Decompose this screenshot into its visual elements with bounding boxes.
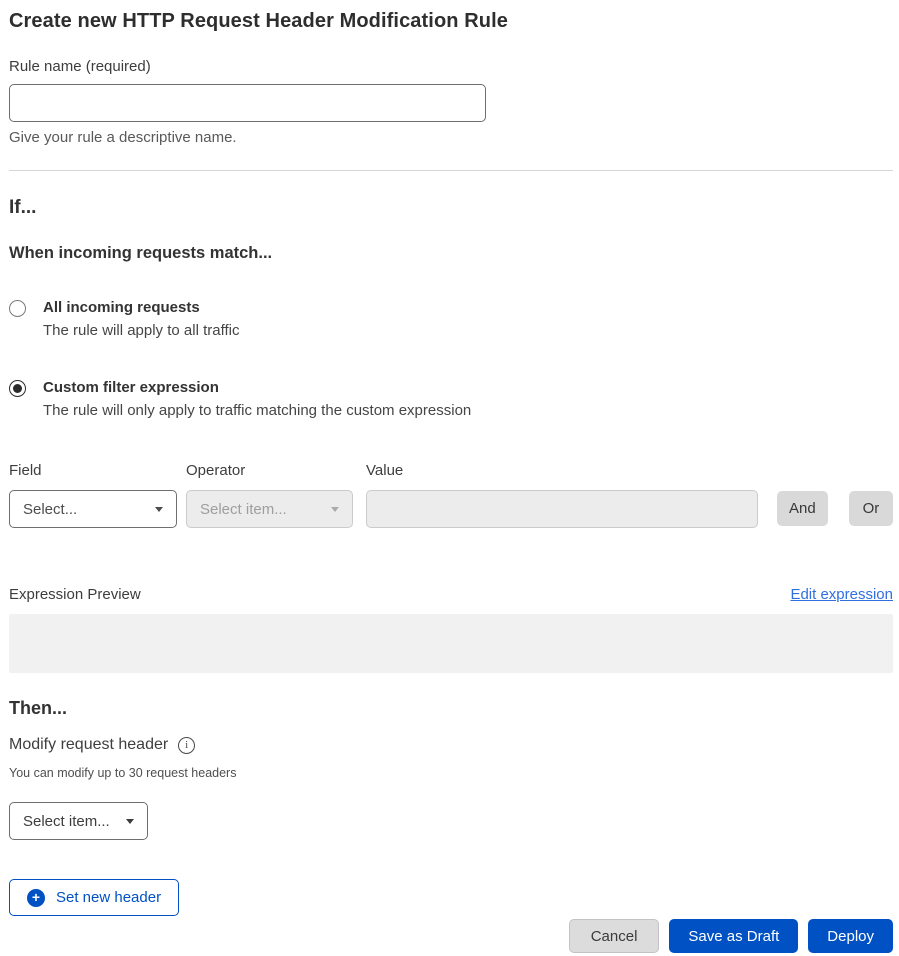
set-new-header-button[interactable]: + Set new header — [9, 879, 179, 916]
cancel-button[interactable]: Cancel — [569, 919, 660, 953]
chevron-down-icon — [126, 819, 134, 824]
expression-preview-header: Expression Preview Edit expression — [9, 586, 893, 603]
set-new-header-label: Set new header — [56, 889, 161, 906]
radio-description-custom-filter-expression: The rule will only apply to traffic matc… — [43, 402, 471, 419]
radio-label-all-incoming-requests: All incoming requests — [43, 299, 239, 316]
radio-description-all-incoming-requests: The rule will apply to all traffic — [43, 322, 239, 339]
radio-icon-all-incoming-requests[interactable] — [9, 300, 26, 317]
info-icon[interactable]: i — [178, 737, 195, 754]
save-as-draft-button[interactable]: Save as Draft — [669, 919, 798, 953]
header-action-select-value: Select item... — [23, 813, 110, 830]
operator-select-value: Select item... — [200, 501, 287, 518]
radio-option-all-incoming-requests[interactable]: All incoming requests The rule will appl… — [9, 299, 893, 339]
deploy-button[interactable]: Deploy — [808, 919, 893, 953]
filter-builder-row: Field Select... Operator Select item... … — [9, 462, 893, 528]
operator-select[interactable]: Select item... — [186, 490, 353, 528]
field-select-value: Select... — [23, 501, 77, 518]
create-rule-page: Create new HTTP Request Header Modificat… — [0, 0, 899, 953]
chevron-down-icon — [155, 507, 163, 512]
rule-name-input[interactable] — [9, 84, 486, 122]
operator-label: Operator — [186, 462, 353, 479]
edit-expression-link[interactable]: Edit expression — [790, 586, 893, 603]
page-title: Create new HTTP Request Header Modificat… — [9, 10, 893, 33]
if-heading: If... — [9, 197, 893, 219]
rule-name-group: Rule name (required) Give your rule a de… — [9, 58, 893, 146]
rule-name-helper: Give your rule a descriptive name. — [9, 129, 893, 146]
then-heading: Then... — [9, 698, 893, 719]
expression-preview-label: Expression Preview — [9, 586, 141, 603]
plus-icon: + — [27, 889, 45, 907]
or-button[interactable]: Or — [849, 491, 893, 526]
header-action-select[interactable]: Select item... — [9, 802, 148, 840]
match-subheading: When incoming requests match... — [9, 244, 893, 263]
expression-preview-box — [9, 614, 893, 673]
radio-icon-custom-filter-expression[interactable] — [9, 380, 26, 397]
value-input[interactable] — [366, 490, 758, 528]
modify-request-header-label: Modify request header — [9, 736, 168, 754]
radio-option-custom-filter-expression[interactable]: Custom filter expression The rule will o… — [9, 379, 893, 419]
value-label: Value — [366, 462, 758, 479]
rule-name-label: Rule name (required) — [9, 58, 893, 75]
field-select[interactable]: Select... — [9, 490, 177, 528]
and-button[interactable]: And — [777, 491, 828, 526]
section-divider — [9, 170, 893, 171]
footer-actions: Cancel Save as Draft Deploy — [9, 919, 893, 953]
radio-label-custom-filter-expression: Custom filter expression — [43, 379, 471, 396]
modify-header-helper: You can modify up to 30 request headers — [9, 766, 893, 780]
chevron-down-icon — [331, 507, 339, 512]
field-label: Field — [9, 462, 177, 479]
